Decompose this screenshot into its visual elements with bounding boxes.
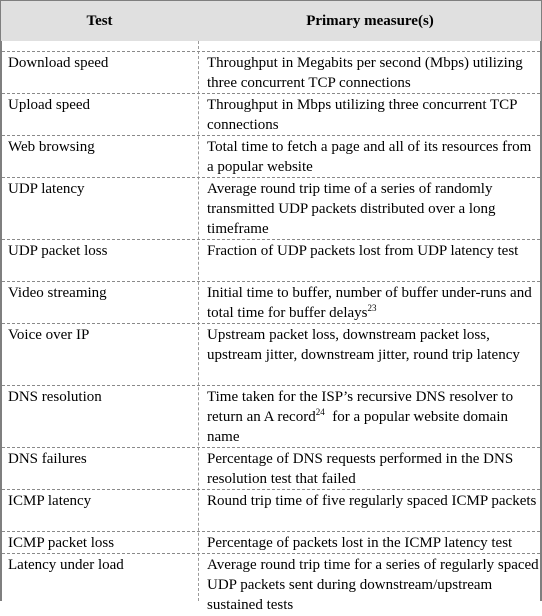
primary-measure: Time taken for the ISP’s recursive DNS r… (207, 386, 539, 447)
primary-measure: Fraction of UDP packets lost from UDP la… (207, 243, 519, 259)
table-row: Latency under load Average round trip ti… (2, 554, 540, 616)
table-body: Download speed Throughput in Megabits pe… (0, 41, 542, 613)
table-row: Download speed Throughput in Megabits pe… (2, 52, 540, 94)
test-name: Voice over IP (8, 327, 90, 343)
header-primary-measure: Primary measure(s) (306, 13, 434, 29)
test-name: Video streaming (8, 285, 107, 301)
primary-measure: Throughput in Mbps utilizing three concu… (207, 97, 517, 133)
test-name: DNS resolution (8, 389, 102, 405)
primary-measure: Initial time to buffer, number of buffer… (207, 282, 539, 323)
primary-measure: Upstream packet loss, downstream packet … (207, 327, 520, 363)
primary-measure: Round trip time of five regularly spaced… (207, 493, 537, 509)
primary-measure: Percentage of DNS requests performed in … (207, 451, 514, 487)
primary-measure: Percentage of packets lost in the ICMP l… (207, 535, 513, 551)
table-row: Web browsing Total time to fetch a page … (2, 136, 540, 178)
primary-measure: Throughput in Megabits per second (Mbps)… (207, 55, 523, 91)
test-name: Web browsing (8, 139, 95, 155)
table-row: Upload speed Throughput in Mbps utilizin… (2, 94, 540, 136)
table-row: ICMP latency Round trip time of five reg… (2, 490, 540, 532)
test-name: UDP latency (8, 181, 85, 197)
table-row: DNS resolution Time taken for the ISP’s … (2, 386, 540, 448)
table-header: Test Primary measure(s) (0, 0, 542, 41)
table-row: DNS failures Percentage of DNS requests … (2, 448, 540, 490)
test-name: DNS failures (8, 451, 87, 467)
test-name: Latency under load (8, 557, 124, 573)
test-name: ICMP packet loss (8, 535, 115, 551)
table-row: ICMP packet loss Percentage of packets l… (2, 532, 540, 554)
table-row: Video streaming Initial time to buffer, … (2, 282, 540, 324)
footnote-ref[interactable]: 24 (316, 407, 325, 417)
table-row: UDP latency Average round trip time of a… (2, 178, 540, 240)
primary-measure: Total time to fetch a page and all of it… (207, 139, 532, 175)
table-row: Voice over IP Upstream packet loss, down… (2, 324, 540, 386)
test-name: ICMP latency (8, 493, 92, 509)
table-row: UDP packet loss Fraction of UDP packets … (2, 240, 540, 282)
test-name: Download speed (8, 55, 109, 71)
test-name: UDP packet loss (8, 243, 108, 259)
footnote-ref[interactable]: 23 (368, 303, 377, 313)
header-test: Test (86, 13, 113, 29)
test-name: Upload speed (8, 97, 91, 113)
primary-measure: Average round trip time of a series of r… (207, 181, 496, 237)
header-spacer-row (2, 41, 540, 52)
primary-measure: Average round trip time for a series of … (207, 557, 539, 613)
